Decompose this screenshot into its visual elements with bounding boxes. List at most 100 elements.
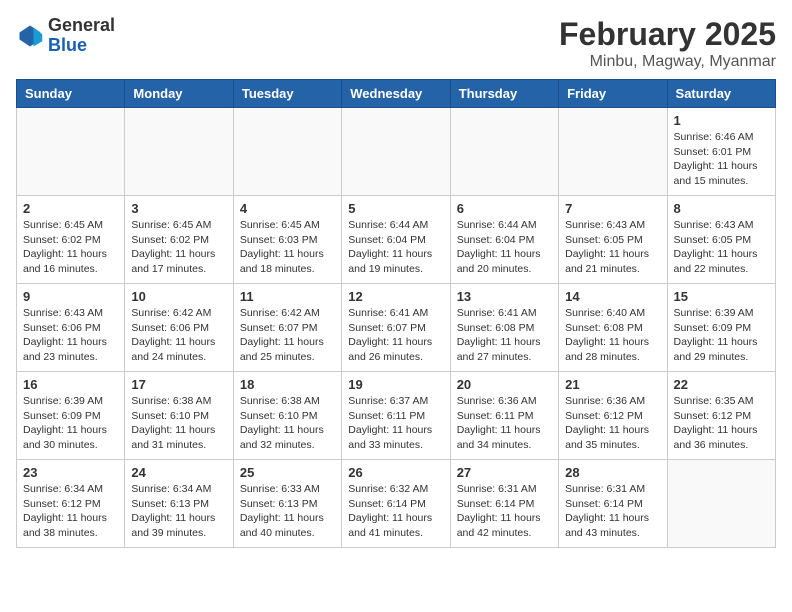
day-number: 26 [348, 465, 443, 480]
calendar-cell: 19 Sunrise: 6:37 AM Sunset: 6:11 PM Dayli… [342, 372, 450, 460]
calendar-cell: 6Sunrise: 6:44 AM Sunset: 6:04 PM Daylig… [450, 196, 558, 284]
day-info: Sunrise: 6:39 AM Sunset: 6:09 PM Dayligh… [23, 394, 118, 453]
calendar-cell: 23 Sunrise: 6:34 AM Sunset: 6:12 PM Dayli… [17, 460, 125, 548]
day-info: Sunrise: 6:36 AM Sunset: 6:12 PM Dayligh… [565, 394, 660, 453]
calendar-cell: 18Sunrise: 6:38 AM Sunset: 6:10 PM Dayli… [233, 372, 341, 460]
calendar-cell: 24Sunrise: 6:34 AM Sunset: 6:13 PM Dayli… [125, 460, 233, 548]
calendar-cell: 17Sunrise: 6:38 AM Sunset: 6:10 PM Dayli… [125, 372, 233, 460]
day-number: 2 [23, 201, 118, 216]
calendar-cell: 16 Sunrise: 6:39 AM Sunset: 6:09 PM Dayli… [17, 372, 125, 460]
week-row-3: 9Sunrise: 6:43 AM Sunset: 6:06 PM Daylig… [17, 284, 776, 372]
calendar-cell: 2 Sunrise: 6:45 AM Sunset: 6:02 PM Daylig… [17, 196, 125, 284]
calendar-cell: 11 Sunrise: 6:42 AM Sunset: 6:07 PM Dayli… [233, 284, 341, 372]
calendar-cell: 9Sunrise: 6:43 AM Sunset: 6:06 PM Daylig… [17, 284, 125, 372]
calendar-cell: 14 Sunrise: 6:40 AM Sunset: 6:08 PM Dayli… [559, 284, 667, 372]
calendar-cell: 3 Sunrise: 6:45 AM Sunset: 6:02 PM Daylig… [125, 196, 233, 284]
calendar-cell: 20 Sunrise: 6:36 AM Sunset: 6:11 PM Dayli… [450, 372, 558, 460]
day-number: 19 [348, 377, 443, 392]
logo-blue-text: Blue [48, 35, 87, 55]
day-number: 9 [23, 289, 118, 304]
weekday-header-row: SundayMondayTuesdayWednesdayThursdayFrid… [17, 80, 776, 108]
calendar-cell: 13 Sunrise: 6:41 AM Sunset: 6:08 PM Dayli… [450, 284, 558, 372]
calendar-cell [17, 108, 125, 196]
logo-icon [16, 22, 44, 50]
day-info: Sunrise: 6:37 AM Sunset: 6:11 PM Dayligh… [348, 394, 443, 453]
day-info: Sunrise: 6:45 AM Sunset: 6:03 PM Dayligh… [240, 218, 335, 277]
weekday-header-thursday: Thursday [450, 80, 558, 108]
calendar-cell: 26Sunrise: 6:32 AM Sunset: 6:14 PM Dayli… [342, 460, 450, 548]
day-info: Sunrise: 6:34 AM Sunset: 6:12 PM Dayligh… [23, 482, 118, 541]
calendar-cell: 22 Sunrise: 6:35 AM Sunset: 6:12 PM Dayli… [667, 372, 775, 460]
weekday-header-tuesday: Tuesday [233, 80, 341, 108]
day-info: Sunrise: 6:44 AM Sunset: 6:04 PM Dayligh… [457, 218, 552, 277]
calendar-cell [450, 108, 558, 196]
day-number: 7 [565, 201, 660, 216]
day-number: 3 [131, 201, 226, 216]
day-number: 23 [23, 465, 118, 480]
calendar-cell [559, 108, 667, 196]
day-info: Sunrise: 6:36 AM Sunset: 6:11 PM Dayligh… [457, 394, 552, 453]
day-info: Sunrise: 6:38 AM Sunset: 6:10 PM Dayligh… [131, 394, 226, 453]
day-info: Sunrise: 6:39 AM Sunset: 6:09 PM Dayligh… [674, 306, 769, 365]
calendar-cell: 21 Sunrise: 6:36 AM Sunset: 6:12 PM Dayli… [559, 372, 667, 460]
day-info: Sunrise: 6:34 AM Sunset: 6:13 PM Dayligh… [131, 482, 226, 541]
day-number: 4 [240, 201, 335, 216]
day-info: Sunrise: 6:46 AM Sunset: 6:01 PM Dayligh… [674, 130, 769, 189]
weekday-header-monday: Monday [125, 80, 233, 108]
day-number: 1 [674, 113, 769, 128]
calendar-cell: 12 Sunrise: 6:41 AM Sunset: 6:07 PM Dayli… [342, 284, 450, 372]
calendar-cell: 7 Sunrise: 6:43 AM Sunset: 6:05 PM Daylig… [559, 196, 667, 284]
weekday-header-sunday: Sunday [17, 80, 125, 108]
day-number: 20 [457, 377, 552, 392]
day-number: 14 [565, 289, 660, 304]
day-number: 11 [240, 289, 335, 304]
month-title: February 2025 [559, 16, 776, 53]
weekday-header-friday: Friday [559, 80, 667, 108]
calendar-cell: 1 Sunrise: 6:46 AM Sunset: 6:01 PM Daylig… [667, 108, 775, 196]
calendar-cell: 4 Sunrise: 6:45 AM Sunset: 6:03 PM Daylig… [233, 196, 341, 284]
day-info: Sunrise: 6:42 AM Sunset: 6:07 PM Dayligh… [240, 306, 335, 365]
day-number: 10 [131, 289, 226, 304]
day-info: Sunrise: 6:42 AM Sunset: 6:06 PM Dayligh… [131, 306, 226, 365]
day-info: Sunrise: 6:35 AM Sunset: 6:12 PM Dayligh… [674, 394, 769, 453]
day-number: 25 [240, 465, 335, 480]
day-info: Sunrise: 6:43 AM Sunset: 6:05 PM Dayligh… [674, 218, 769, 277]
header: General Blue February 2025 Minbu, Magway… [16, 16, 776, 71]
day-info: Sunrise: 6:43 AM Sunset: 6:05 PM Dayligh… [565, 218, 660, 277]
day-number: 12 [348, 289, 443, 304]
day-info: Sunrise: 6:40 AM Sunset: 6:08 PM Dayligh… [565, 306, 660, 365]
calendar-cell: 10 Sunrise: 6:42 AM Sunset: 6:06 PM Dayli… [125, 284, 233, 372]
day-info: Sunrise: 6:33 AM Sunset: 6:13 PM Dayligh… [240, 482, 335, 541]
calendar-cell [233, 108, 341, 196]
day-info: Sunrise: 6:31 AM Sunset: 6:14 PM Dayligh… [457, 482, 552, 541]
day-number: 13 [457, 289, 552, 304]
location-title: Minbu, Magway, Myanmar [559, 53, 776, 71]
day-number: 16 [23, 377, 118, 392]
day-info: Sunrise: 6:41 AM Sunset: 6:08 PM Dayligh… [457, 306, 552, 365]
week-row-5: 23 Sunrise: 6:34 AM Sunset: 6:12 PM Dayli… [17, 460, 776, 548]
calendar-cell [125, 108, 233, 196]
calendar-cell: 5Sunrise: 6:44 AM Sunset: 6:04 PM Daylig… [342, 196, 450, 284]
calendar-cell: 28Sunrise: 6:31 AM Sunset: 6:14 PM Dayli… [559, 460, 667, 548]
day-info: Sunrise: 6:44 AM Sunset: 6:04 PM Dayligh… [348, 218, 443, 277]
day-number: 21 [565, 377, 660, 392]
calendar-cell [342, 108, 450, 196]
logo-text: General Blue [48, 16, 115, 56]
week-row-4: 16 Sunrise: 6:39 AM Sunset: 6:09 PM Dayli… [17, 372, 776, 460]
calendar-cell: 25 Sunrise: 6:33 AM Sunset: 6:13 PM Dayli… [233, 460, 341, 548]
day-number: 15 [674, 289, 769, 304]
title-area: February 2025 Minbu, Magway, Myanmar [559, 16, 776, 71]
day-number: 8 [674, 201, 769, 216]
weekday-header-wednesday: Wednesday [342, 80, 450, 108]
day-number: 22 [674, 377, 769, 392]
day-number: 27 [457, 465, 552, 480]
day-info: Sunrise: 6:45 AM Sunset: 6:02 PM Dayligh… [131, 218, 226, 277]
calendar-cell: 8 Sunrise: 6:43 AM Sunset: 6:05 PM Daylig… [667, 196, 775, 284]
logo-general-text: General [48, 15, 115, 35]
logo: General Blue [16, 16, 115, 56]
day-info: Sunrise: 6:45 AM Sunset: 6:02 PM Dayligh… [23, 218, 118, 277]
day-number: 18 [240, 377, 335, 392]
day-info: Sunrise: 6:41 AM Sunset: 6:07 PM Dayligh… [348, 306, 443, 365]
week-row-2: 2 Sunrise: 6:45 AM Sunset: 6:02 PM Daylig… [17, 196, 776, 284]
weekday-header-saturday: Saturday [667, 80, 775, 108]
